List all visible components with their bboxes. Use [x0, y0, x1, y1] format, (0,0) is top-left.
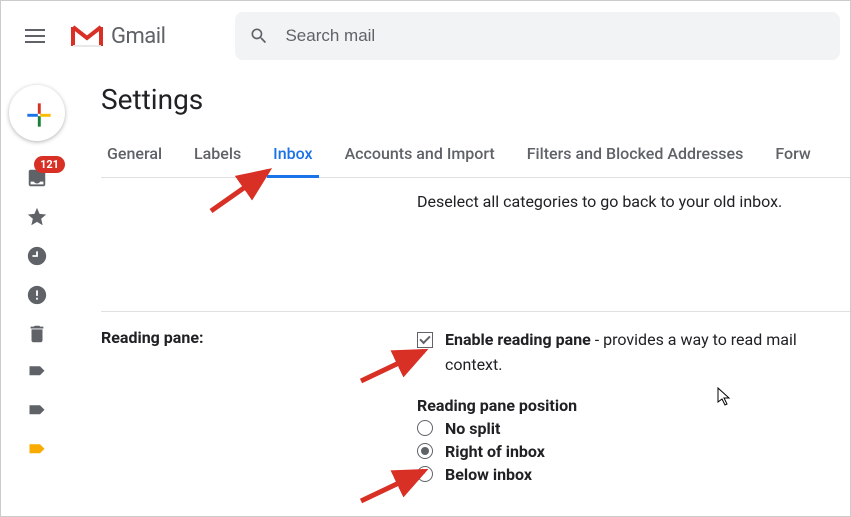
important-rail-item[interactable] — [25, 283, 49, 307]
main-menu-button[interactable] — [11, 12, 59, 60]
deselect-note: Deselect all categories to go back to yo… — [417, 192, 850, 211]
compose-button[interactable] — [9, 85, 65, 141]
main-content: Settings General Labels Inbox Accounts a… — [73, 71, 850, 484]
page-title: Settings — [101, 83, 850, 116]
gmail-logo[interactable]: Gmail — [71, 24, 165, 49]
plus-icon — [25, 101, 49, 125]
reading-pane-position-title: Reading pane position — [417, 396, 850, 415]
radio-no-split[interactable] — [417, 420, 433, 436]
radio-below-label: Below inbox — [445, 465, 532, 484]
inbox-badge: 121 — [34, 156, 65, 173]
category-rail-item-2[interactable] — [25, 400, 49, 424]
tab-labels[interactable]: Labels — [188, 144, 247, 177]
trash-rail-item[interactable] — [25, 322, 49, 346]
category-rail-item-3[interactable] — [25, 439, 49, 463]
category-rail-item-1[interactable] — [25, 361, 49, 385]
divider — [101, 311, 850, 312]
tab-inbox[interactable]: Inbox — [267, 144, 318, 178]
radio-no-split-label: No split — [445, 419, 500, 438]
inbox-rail-item[interactable]: 121 — [25, 166, 49, 190]
search-bar[interactable] — [235, 12, 840, 60]
radio-selected-dot — [421, 447, 429, 455]
tab-accounts[interactable]: Accounts and Import — [339, 144, 501, 177]
settings-tabs: General Labels Inbox Accounts and Import… — [101, 144, 850, 178]
search-icon — [249, 26, 269, 46]
gmail-wordmark: Gmail — [111, 24, 165, 49]
checkmark-icon — [419, 333, 430, 344]
search-input[interactable] — [285, 26, 826, 46]
snoozed-rail-item[interactable] — [25, 244, 49, 268]
left-rail: 121 — [1, 71, 73, 484]
header: Gmail — [1, 1, 850, 71]
gmail-icon — [71, 24, 103, 48]
reading-pane-label: Reading pane: — [101, 328, 417, 484]
tab-forwarding[interactable]: Forw — [769, 144, 816, 177]
radio-below-inbox[interactable] — [417, 466, 433, 482]
enable-reading-pane-checkbox[interactable] — [417, 332, 433, 348]
radio-right-label: Right of inbox — [445, 442, 545, 461]
starred-rail-item[interactable] — [25, 205, 49, 229]
enable-reading-pane-text: Enable reading pane - provides a way to … — [445, 328, 850, 378]
radio-right-of-inbox[interactable] — [417, 443, 433, 459]
tab-general[interactable]: General — [101, 144, 168, 177]
tab-filters[interactable]: Filters and Blocked Addresses — [521, 144, 750, 177]
hamburger-icon — [25, 29, 45, 43]
